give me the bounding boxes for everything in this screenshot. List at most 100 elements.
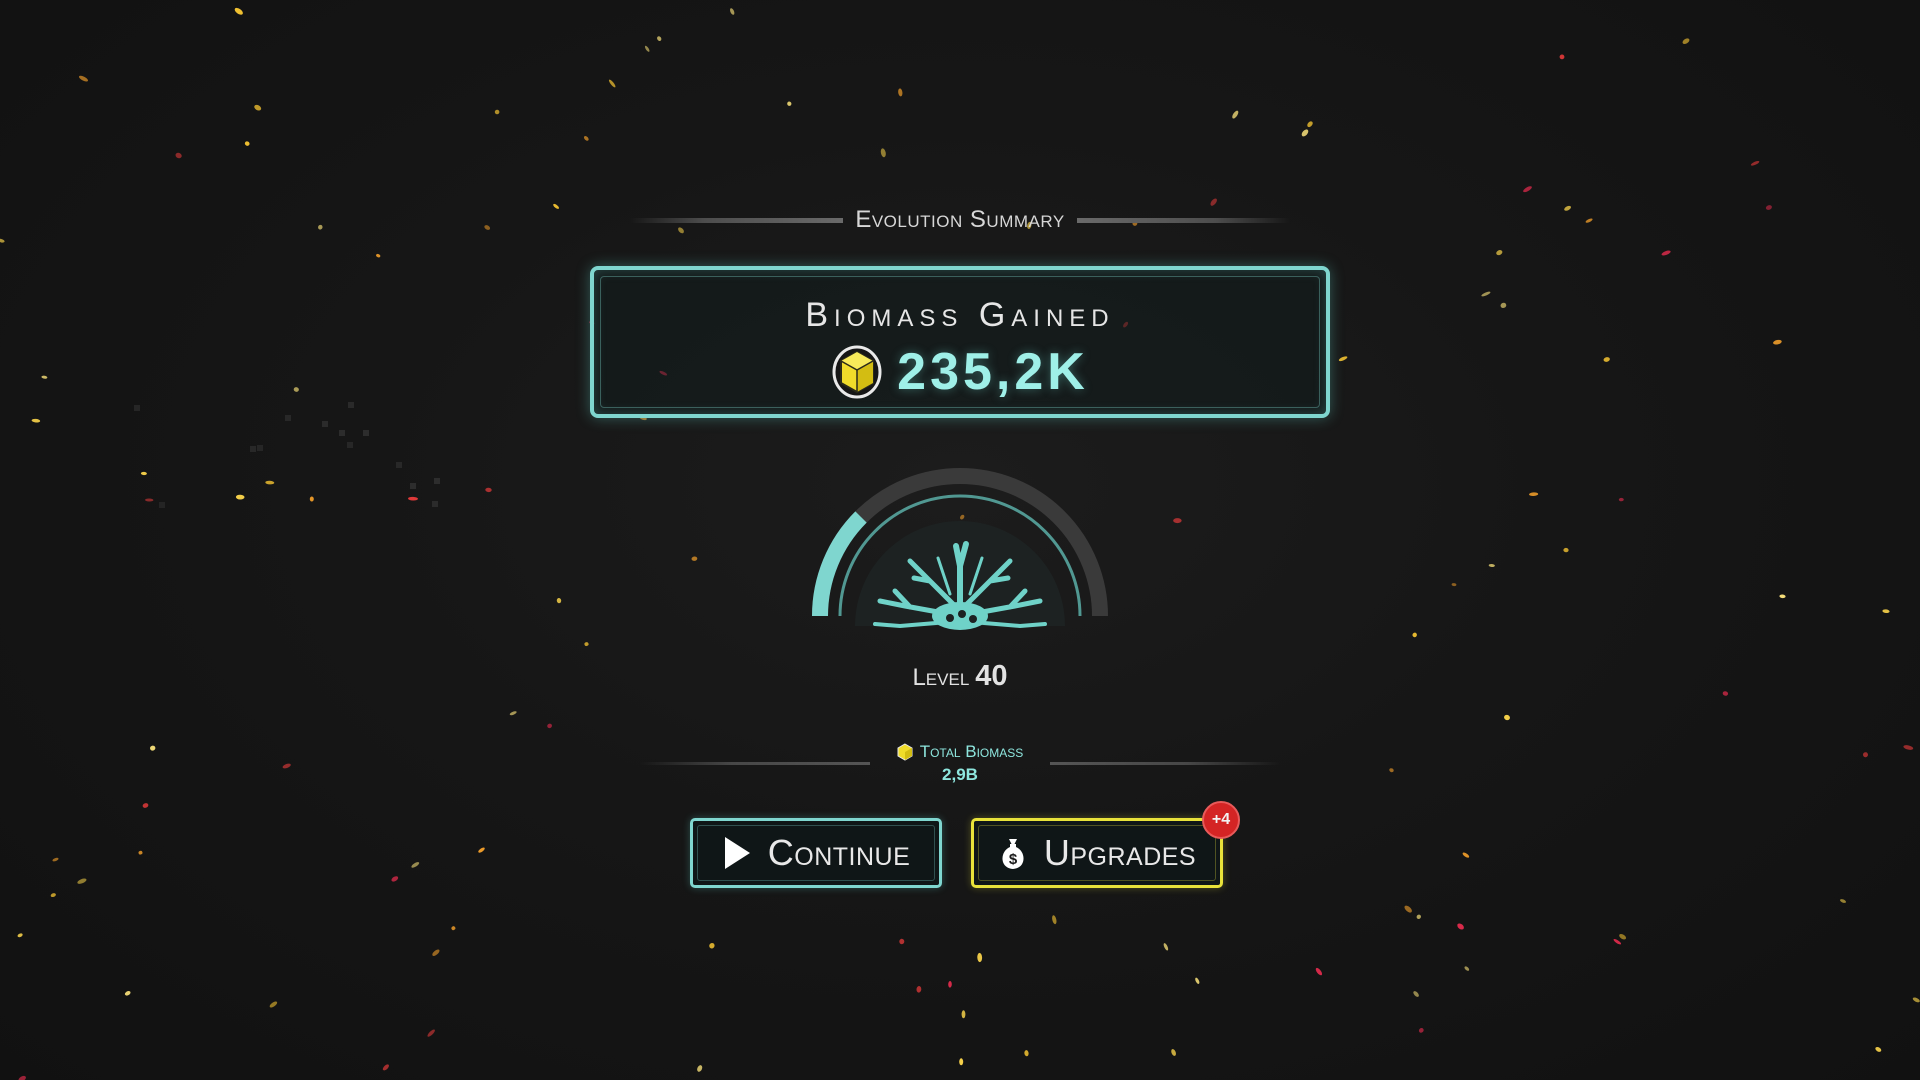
ember-particle — [1882, 609, 1890, 614]
ember-particle — [948, 981, 952, 988]
ember-particle — [1413, 991, 1419, 997]
ember-particle — [1618, 497, 1624, 502]
level-readout: Level 40 — [760, 660, 1160, 693]
ember-particle — [1750, 160, 1760, 166]
ember-particle — [494, 109, 500, 115]
debris-pixel — [134, 405, 140, 411]
ember-particle — [1773, 339, 1782, 345]
ember-particle — [318, 224, 323, 230]
ember-particle — [269, 1001, 278, 1008]
ember-particle — [18, 1075, 26, 1080]
ember-particle — [1613, 938, 1622, 945]
ember-particle — [52, 857, 59, 862]
ember-particle — [959, 1058, 964, 1066]
ember-particle — [451, 926, 456, 931]
ember-particle — [1404, 905, 1412, 913]
ember-particle — [709, 942, 715, 949]
ember-particle — [608, 79, 616, 88]
biomass-gained-value: 235,2K — [897, 343, 1089, 401]
ember-particle — [175, 152, 182, 159]
biomass-crystal-icon — [897, 742, 913, 761]
ember-particle — [244, 141, 250, 146]
ember-particle — [657, 36, 662, 41]
ember-particle — [31, 418, 41, 423]
level-label: Level — [912, 664, 970, 691]
ember-particle — [77, 878, 87, 884]
ember-particle — [1564, 205, 1572, 211]
ember-particle — [1839, 899, 1847, 903]
ember-particle — [1496, 250, 1503, 256]
ember-particle — [50, 893, 56, 898]
ember-particle — [1619, 933, 1627, 940]
ember-particle — [1195, 977, 1200, 984]
ember-particle — [142, 803, 149, 808]
ember-particle — [1301, 129, 1309, 137]
ember-particle — [1661, 250, 1671, 256]
debris-pixel — [339, 430, 345, 436]
total-biomass-label-line: Total Biomass — [870, 742, 1050, 762]
ember-particle — [1500, 302, 1507, 309]
upgrades-button-label: Upgrades — [1043, 832, 1197, 873]
evolution-summary-title: Evolution Summary — [855, 206, 1065, 233]
biomass-crystal-icon — [832, 345, 882, 399]
ember-particle — [899, 938, 905, 945]
ember-particle — [553, 203, 560, 209]
evolution-summary-header: Evolution Summary — [630, 203, 1290, 237]
ember-particle — [644, 45, 650, 52]
continue-button[interactable]: Continue — [690, 818, 942, 888]
ember-particle — [898, 88, 903, 97]
ember-particle — [697, 1065, 703, 1072]
ember-particle — [432, 949, 440, 956]
continue-button-label: Continue — [767, 832, 911, 873]
ember-particle — [880, 148, 886, 158]
debris-pixel — [159, 502, 165, 508]
ember-particle — [485, 487, 492, 493]
debris-pixel — [432, 501, 438, 507]
ember-particle — [556, 598, 562, 604]
ember-particle — [1462, 852, 1470, 858]
ember-particle — [916, 986, 922, 993]
organism-pore — [958, 610, 966, 618]
ember-particle — [1418, 1028, 1424, 1033]
ember-particle — [583, 136, 589, 141]
ember-particle — [484, 225, 491, 230]
ember-particle — [1722, 691, 1729, 696]
ember-particle — [234, 7, 243, 15]
ember-particle — [1863, 752, 1868, 758]
ember-particle — [1585, 218, 1593, 223]
ember-particle — [1912, 997, 1920, 1003]
upgrades-button[interactable]: $ Upgrades +4 — [971, 801, 1240, 888]
ember-particle — [1488, 563, 1495, 568]
ember-particle — [1338, 356, 1348, 362]
total-rule-right — [1050, 761, 1280, 765]
ember-particle — [730, 8, 735, 15]
ember-particle — [961, 1010, 966, 1019]
ember-particle — [411, 862, 420, 868]
level-value: 40 — [975, 660, 1008, 692]
header-rule-left — [630, 217, 844, 223]
biomass-gained-panel: Biomass Gained 235,2K — [590, 266, 1330, 418]
ember-particle — [309, 496, 314, 502]
ember-particle — [1163, 943, 1169, 951]
ember-particle — [1529, 492, 1539, 497]
ember-particle — [1481, 291, 1491, 297]
ember-particle — [478, 847, 485, 853]
debris-pixel — [363, 430, 369, 436]
ember-particle — [124, 991, 131, 996]
ember-particle — [1765, 205, 1772, 210]
total-biomass-block: Total Biomass 2,9B — [870, 742, 1050, 785]
svg-text:$: $ — [1009, 851, 1018, 868]
ember-particle — [1451, 583, 1457, 587]
ember-particle — [1523, 186, 1532, 193]
game-screen: Evolution Summary Biomass Gained 235,2K — [0, 0, 1920, 1080]
debris-pixel — [347, 442, 353, 448]
ember-particle — [408, 496, 418, 501]
ember-particle — [391, 876, 399, 882]
ember-particle — [376, 253, 381, 258]
debris-pixel — [396, 462, 402, 468]
ember-particle — [977, 952, 983, 963]
ember-particle — [1052, 915, 1057, 925]
ember-particle — [1504, 714, 1510, 721]
ember-particle — [1603, 357, 1610, 362]
ember-particle — [1682, 38, 1690, 45]
